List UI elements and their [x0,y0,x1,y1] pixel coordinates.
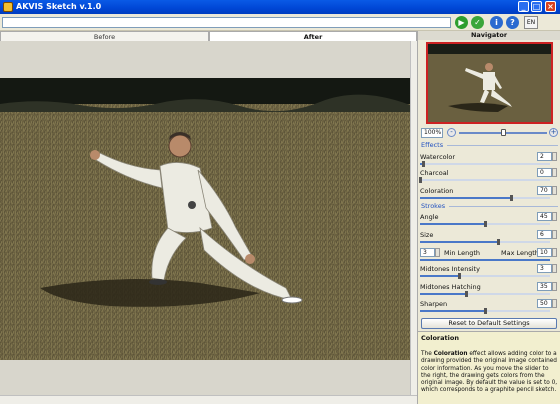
sharpen-label: Sharpen [420,300,448,308]
apply-icon[interactable]: ✓ [471,16,484,29]
angle-label: Angle [420,213,439,221]
min-length-field[interactable]: 3 [420,248,435,257]
midtones-intensity-spinner[interactable] [552,264,557,273]
tab-after[interactable]: After [209,31,417,41]
sharpen-control: Sharpen 50 [420,299,558,315]
max-length-label: Max Length [501,249,539,257]
charcoal-control: Charcoal 0 [419,168,558,184]
angle-field[interactable]: 45 [537,212,552,221]
navigator-preview[interactable] [426,42,553,124]
midtones-hatching-slider[interactable] [420,291,550,297]
watercolor-slider[interactable] [420,161,550,167]
view-tabs: Before After [0,31,417,41]
image-viewport[interactable] [0,41,410,395]
angle-control: Angle 45 [420,212,558,228]
charcoal-field[interactable]: 0 [537,168,552,177]
watercolor-label: Watercolor [420,153,456,161]
app-icon [3,2,13,12]
angle-slider[interactable] [420,221,550,227]
coloration-slider[interactable] [420,195,550,201]
watercolor-spinner[interactable] [552,152,557,161]
toolbar: ▶ ✓ i ? EN [0,14,560,31]
sharpen-spinner[interactable] [552,299,557,308]
language-button[interactable]: EN [524,16,538,29]
min-length-spinner[interactable] [435,248,440,257]
window-title: AKVIS Sketch v.1.0 [16,2,102,11]
info-icon[interactable]: i [490,16,503,29]
strokes-title: Strokes [421,202,446,210]
max-length-field[interactable]: 10 [537,248,552,257]
midtones-hatching-label: Midtones Hatching [420,283,481,291]
length-control: 3 Min Length Max Length 10 [420,248,558,264]
effects-section: Effects [421,141,558,149]
min-length-label: Min Length [444,249,481,257]
max-length-spinner[interactable] [552,248,557,257]
help-title: Coloration [421,334,459,342]
close-icon[interactable]: × [545,1,556,12]
settings-panel: Navigator 100% - + Effects Watercolor 2 … [417,31,560,404]
navigator-title: Navigator [418,31,560,40]
zoom-row: 100% - + [421,128,558,138]
size-slider[interactable] [420,239,550,245]
sketch-image [0,78,410,360]
midtones-hatching-control: Midtones Hatching 35 [420,282,558,298]
zoom-in-icon[interactable]: + [549,128,558,137]
file-path-field[interactable] [2,17,451,28]
coloration-control: Coloration 70 [420,186,558,202]
watercolor-control: Watercolor 2 [420,152,558,168]
vertical-scrollbar[interactable] [410,41,417,395]
strokes-section: Strokes [421,202,558,210]
midtones-intensity-control: Midtones Intensity 3 [420,264,558,280]
midtones-hatching-spinner[interactable] [552,282,557,291]
charcoal-label: Charcoal [420,169,449,177]
zoom-out-icon[interactable]: - [447,128,456,137]
charcoal-slider[interactable] [419,177,550,183]
minimize-icon[interactable]: _ [518,1,529,12]
size-field[interactable]: 6 [537,230,552,239]
coloration-label: Coloration [420,187,454,195]
zoom-slider[interactable] [459,129,547,136]
size-label: Size [420,231,434,239]
midtones-intensity-field[interactable]: 3 [537,264,552,273]
sharpen-field[interactable]: 50 [537,299,552,308]
sharpen-slider[interactable] [420,308,550,314]
zoom-slider-thumb[interactable] [501,129,506,136]
size-spinner[interactable] [552,230,557,239]
charcoal-spinner[interactable] [552,168,557,177]
effects-title: Effects [421,141,444,149]
size-control: Size 6 [420,230,558,246]
help-icon[interactable]: ? [506,16,519,29]
angle-spinner[interactable] [552,212,557,221]
help-term: Coloration [433,351,468,358]
midtones-intensity-label: Midtones Intensity [420,265,480,273]
midtones-hatching-field[interactable]: 35 [537,282,552,291]
coloration-field[interactable]: 70 [537,186,552,195]
run-icon[interactable]: ▶ [455,16,468,29]
help-panel: Coloration The Coloration effect allows … [418,331,560,404]
zoom-field[interactable]: 100% [421,128,443,138]
length-range-slider[interactable] [420,259,550,261]
reset-button[interactable]: Reset to Default Settings [421,318,557,329]
title-bar: AKVIS Sketch v.1.0 _ □ × [0,0,560,14]
midtones-intensity-slider[interactable] [420,273,550,279]
coloration-spinner[interactable] [552,186,557,195]
maximize-icon[interactable]: □ [531,1,542,12]
help-text: The Coloration effect allows adding colo… [421,351,558,394]
horizontal-scrollbar[interactable] [0,395,417,404]
tab-before[interactable]: Before [0,31,209,41]
watercolor-field[interactable]: 2 [537,152,552,161]
